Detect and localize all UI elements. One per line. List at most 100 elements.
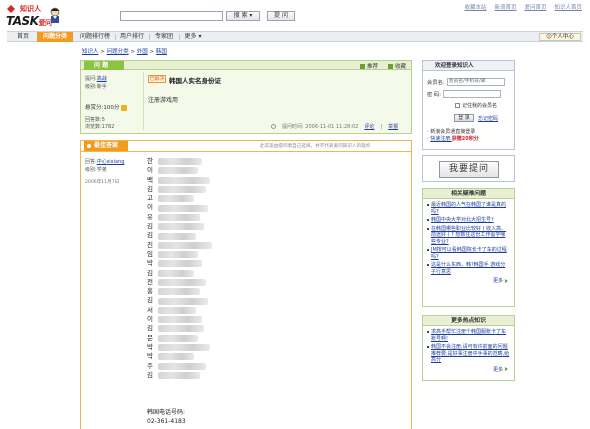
- answer-line-char: 진: [147, 240, 153, 249]
- related-item-link[interactable]: JM按可以看韩国院长卡了车的过程吗?: [431, 247, 510, 260]
- answer-line-char: 박: [147, 342, 153, 351]
- hot-item-link[interactable]: 韩国不会注册,请可有许前面的问题推荐要,是好事注册中手事的范畴,给高分: [431, 344, 510, 364]
- login-button[interactable]: 登 录: [454, 114, 474, 122]
- arrow-right-icon: [505, 367, 508, 371]
- solved-badge: 已解决: [148, 75, 166, 83]
- nav-question-rank[interactable]: 问题排行榜: [77, 32, 113, 42]
- answer-disclaimer: 此答案由提问者自己选择，并不代表爱问知识人的观点: [260, 144, 371, 149]
- ask-question-button[interactable]: 我要提问: [439, 161, 499, 178]
- answer-line-char: 유: [147, 212, 153, 221]
- answer-line: 임: [147, 250, 267, 259]
- comment-link[interactable]: 评论: [364, 123, 374, 130]
- related-more[interactable]: 更多: [423, 277, 514, 284]
- top-link-favorite[interactable]: 收藏本站: [464, 3, 486, 11]
- answer-tail: 韩国电话号码: 02-361-4183: [147, 409, 186, 425]
- bullet-icon: [427, 204, 429, 207]
- question-panel: 问 题 推荐 收藏 提问:高战 级别:新手 悬赏分:100分 回答数:5 浏览数…: [80, 60, 412, 134]
- answerer-info: 回答:中心sixiang 级别:学弟: [85, 159, 125, 173]
- related-item[interactable]: 这是什么东西，韩?韩国手 游戏分子行意思: [427, 262, 510, 275]
- related-item-link[interactable]: 在韩国哪些职业比较好 ( 收入高、前途好 ) ? 想数往这份工作需学哪些专业?: [431, 226, 510, 246]
- answer-line: 김: [147, 269, 267, 278]
- top-links: 收藏本站 新浪首页 爱问首页 知识人首页: [464, 3, 582, 11]
- redacted-text: [158, 260, 202, 268]
- related-item-link[interactable]: 这是什么东西，韩?韩国手 游戏分子行意思: [431, 262, 510, 275]
- hot-title: 更多热点知识: [423, 316, 514, 326]
- site-logo[interactable]: 知识人 TASK爱问: [6, 4, 66, 28]
- breadcrumb-home[interactable]: 知识人: [82, 49, 99, 55]
- member-row: 会员名: 会员名/手机号/邮: [427, 78, 505, 86]
- report-link[interactable]: 举报: [388, 123, 398, 130]
- answer-line: 김: [147, 222, 267, 231]
- related-item-link[interactable]: 最近韩国的人气在韩国了谁是真的吗?: [431, 202, 510, 215]
- answer-line: 김: [147, 296, 267, 305]
- recommend-button[interactable]: 推荐: [359, 62, 378, 70]
- redacted-text: [158, 306, 196, 314]
- nav-user-rank[interactable]: 用户排行: [117, 32, 147, 42]
- related-item[interactable]: 在韩国哪些职业比较好 ( 收入高、前途好 ) ? 想数往这份工作需学哪些专业?: [427, 226, 510, 246]
- search-input[interactable]: [120, 11, 223, 21]
- top-link-iask[interactable]: 爱问首页: [524, 3, 546, 11]
- redacted-text: [158, 288, 200, 296]
- logo-top-text: 知识人: [20, 5, 41, 13]
- answer-line-char: 김: [147, 370, 153, 379]
- medal-icon: [87, 144, 91, 148]
- nav-experts[interactable]: 专家团: [151, 32, 177, 42]
- register-link[interactable]: 快速注册,: [430, 136, 452, 142]
- nav-divider: [115, 34, 116, 40]
- hot-item-link[interactable]: 求高手帮忙注册个韩国服账卡了车账号啊!: [431, 329, 510, 342]
- redacted-text: [158, 186, 206, 194]
- favorite-button[interactable]: 收藏: [387, 62, 406, 70]
- top-link-sina[interactable]: 新浪首页: [494, 3, 516, 11]
- answer-line-char: 서: [147, 305, 153, 314]
- hot-item[interactable]: 求高手帮忙注册个韩国服账卡了车账号啊!: [427, 329, 510, 342]
- logo-main-text: TASK爱问: [6, 14, 52, 28]
- hot-list: 求高手帮忙注册个韩国服账卡了车账号啊! 韩国不会注册,请可有许前面的问题推荐要,是…: [423, 326, 514, 364]
- member-input[interactable]: 会员名/手机号/邮: [446, 78, 505, 86]
- remember-checkbox[interactable]: [455, 103, 460, 108]
- related-item[interactable]: 韩国中央大学对北大招生号?: [427, 217, 510, 224]
- related-item[interactable]: 最近韩国的人气在韩国了谁是真的吗?: [427, 202, 510, 215]
- hot-item[interactable]: 韩国不会注册,请可有许前面的问题推荐要,是好事注册中手事的范畴,给高分: [427, 344, 510, 364]
- answer-date: 2006年11月7日: [85, 180, 120, 185]
- breadcrumb-foreign[interactable]: 外国: [137, 49, 148, 55]
- answer-line: 박: [147, 352, 267, 361]
- answerer-name[interactable]: 中心sixiang: [97, 159, 125, 165]
- remember-me[interactable]: 记住我的会员名: [455, 102, 497, 109]
- question-tab: 问 题: [84, 61, 124, 70]
- answer-line: 한: [147, 157, 267, 166]
- redacted-text: [158, 167, 198, 175]
- answer-line: 김: [147, 324, 267, 333]
- question-description: 注册游戏用: [148, 97, 179, 104]
- user-center-button[interactable]: ☺个人中心: [539, 33, 581, 41]
- nav-home[interactable]: 首页: [11, 32, 35, 42]
- password-input[interactable]: [443, 90, 502, 98]
- question-stats: 回答数:5 浏览数:1782: [85, 117, 115, 130]
- related-item-link[interactable]: 韩国中央大学对北大招生号?: [431, 217, 494, 224]
- ask-button[interactable]: 提 问: [267, 11, 295, 21]
- top-link-zhishiren[interactable]: 知识人首页: [554, 3, 582, 11]
- search-button[interactable]: 搜 索 ▾: [226, 11, 260, 21]
- answer-line: 서: [147, 306, 267, 315]
- redacted-text: [158, 353, 194, 361]
- nav-divider: [179, 34, 180, 40]
- answer-line: 김: [147, 371, 267, 380]
- related-item[interactable]: JM按可以看韩国院长卡了车的过程吗?: [427, 247, 510, 260]
- logo-mascot-icon: [50, 7, 60, 23]
- chevron-down-icon: ▾: [198, 33, 202, 40]
- related-list: 最近韩国的人气在韩国了谁是真的吗? 韩国中央大学对北大招生号? 在韩国哪些职业比较好…: [423, 199, 514, 275]
- forgot-password-link[interactable]: 忘记密码: [478, 115, 498, 122]
- answer-line: 유: [147, 213, 267, 222]
- breadcrumb-categories[interactable]: 问题分类: [107, 49, 129, 55]
- breadcrumb-korea[interactable]: 韩国: [156, 49, 167, 55]
- answer-line: 이: [147, 203, 267, 212]
- nav-more[interactable]: 更多 ▾: [181, 32, 205, 42]
- login-title: 欢迎登录知识人: [423, 61, 514, 71]
- nav-categories[interactable]: 问题分类: [37, 32, 73, 42]
- answer-line-char: 백: [147, 175, 153, 184]
- bullet-icon: [427, 331, 429, 334]
- hot-more[interactable]: 更多: [423, 366, 514, 373]
- redacted-text: [158, 232, 196, 240]
- reward-score: 悬赏分:100分: [85, 103, 128, 111]
- asker-name[interactable]: 高战: [97, 76, 107, 82]
- answer-line-char: 김: [147, 184, 153, 193]
